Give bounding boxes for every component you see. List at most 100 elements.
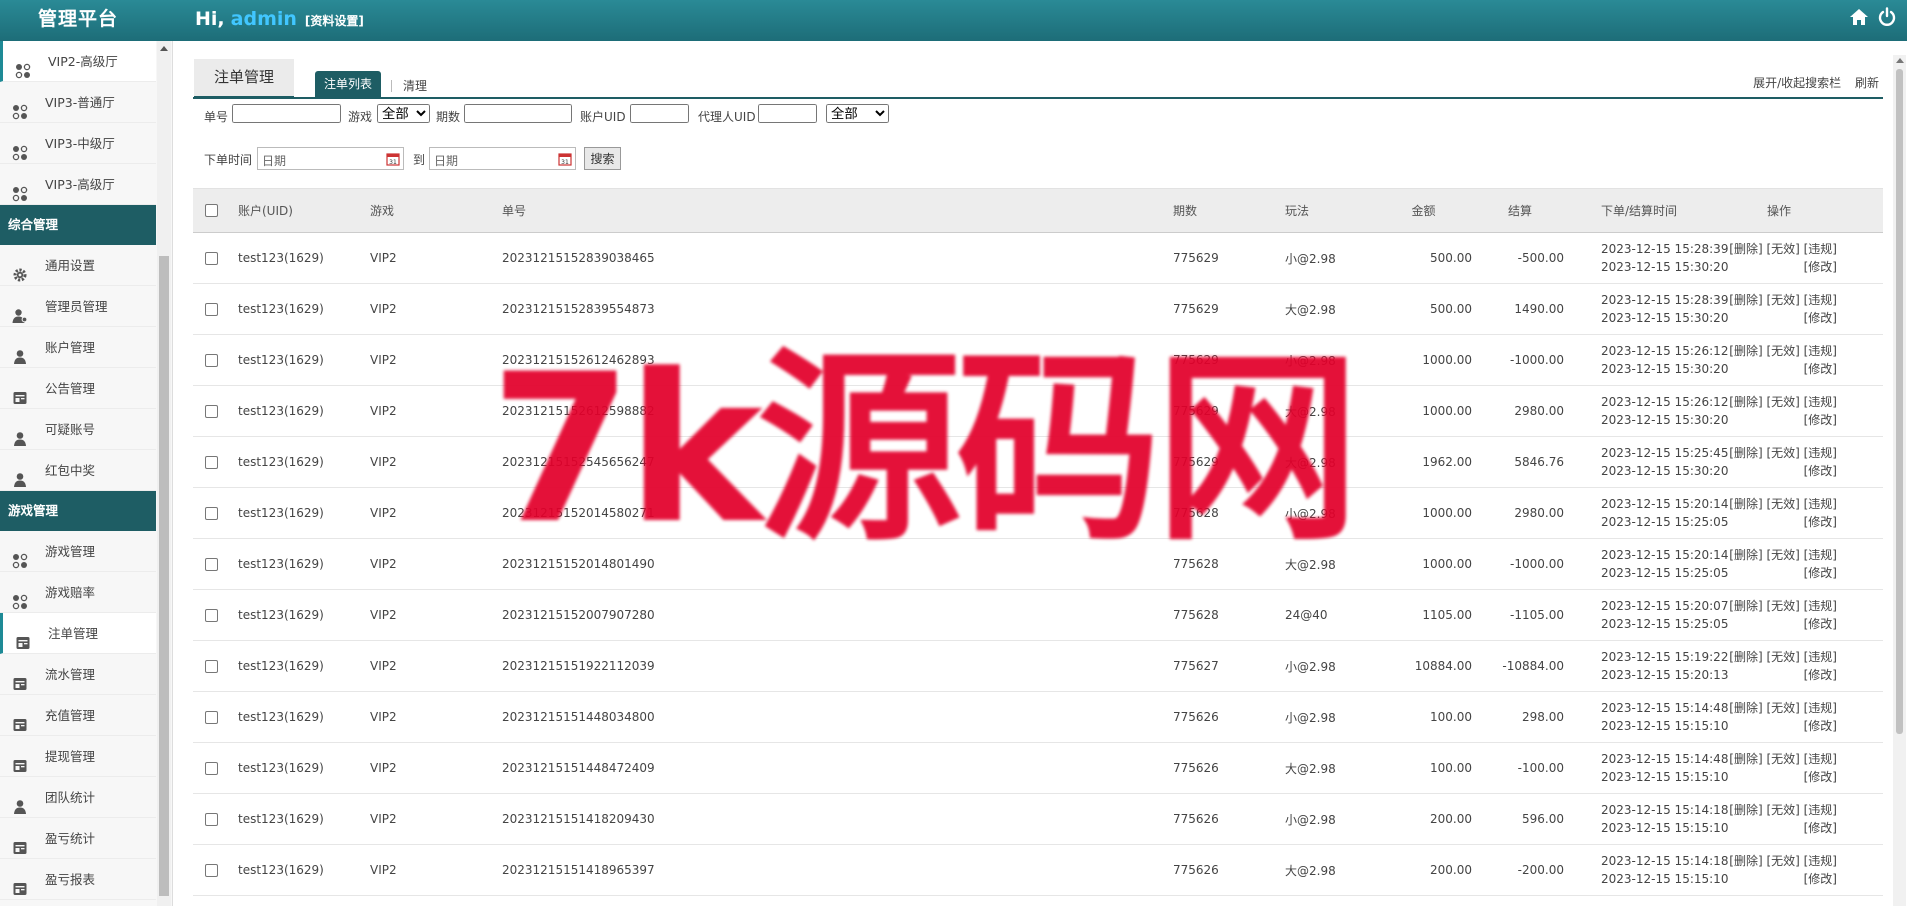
calendar-icon[interactable]: 31 <box>558 152 572 166</box>
section-general-management[interactable]: 综合管理 <box>0 205 156 245</box>
row-action-edit[interactable]: [修改] <box>1804 819 1837 837</box>
sidebar-item-label: VIP2-高级厅 <box>48 54 118 69</box>
power-icon[interactable] <box>1877 7 1897 27</box>
row-action-edit[interactable]: [修改] <box>1804 258 1837 276</box>
row-action-edit[interactable]: [修改] <box>1804 768 1837 786</box>
sidebar-item[interactable]: 提现管理 <box>0 736 156 777</box>
tab-order-list[interactable]: 注单列表 <box>315 71 382 97</box>
end-date-input[interactable]: 日期 31 <box>429 147 576 170</box>
sidebar-item[interactable]: VIP3-高级厅 <box>0 164 156 205</box>
page-scroll-thumb[interactable] <box>1896 69 1903 734</box>
row-actions-delete-invalid-violation[interactable]: [删除] [无效] [违规] <box>1729 495 1837 513</box>
row-checkbox[interactable] <box>205 302 218 316</box>
cell-play: 大@2.98 <box>1285 404 1336 419</box>
row-checkbox[interactable] <box>205 710 218 724</box>
row-checkbox[interactable] <box>205 863 218 877</box>
scroll-up-arrow-icon[interactable] <box>160 46 168 51</box>
row-actions-delete-invalid-violation[interactable]: [删除] [无效] [违规] <box>1729 444 1837 462</box>
row-checkbox[interactable] <box>205 353 218 367</box>
sidebar-item[interactable]: 注单管理 <box>0 613 156 654</box>
row-actions-delete-invalid-violation[interactable]: [删除] [无效] [违规] <box>1729 852 1837 870</box>
row-checkbox[interactable] <box>205 506 218 520</box>
row-checkbox[interactable] <box>205 557 218 571</box>
home-icon[interactable] <box>1849 7 1869 27</box>
document-icon <box>12 708 28 731</box>
row-actions-delete-invalid-violation[interactable]: [删除] [无效] [违规] <box>1729 546 1837 564</box>
agent-uid-input[interactable] <box>758 104 817 123</box>
row-checkbox[interactable] <box>205 812 218 826</box>
settle-time: 2023-12-15 15:25:05 <box>1601 617 1729 631</box>
row-actions-delete-invalid-violation[interactable]: [删除] [无效] [违规] <box>1729 342 1837 360</box>
cell-account: test123(1629) <box>238 761 324 775</box>
profile-settings-link[interactable]: [资料设置] <box>305 14 364 28</box>
row-checkbox[interactable] <box>205 455 218 469</box>
sidebar-item[interactable]: 游戏管理 <box>0 531 156 572</box>
period-input[interactable] <box>464 104 572 123</box>
sidebar-item[interactable]: 红包中奖 <box>0 450 156 491</box>
sidebar-item[interactable]: VIP3-普通厅 <box>0 82 156 123</box>
row-checkbox[interactable] <box>205 404 218 418</box>
row-action-edit[interactable]: [修改] <box>1804 717 1837 735</box>
row-actions-delete-invalid-violation[interactable]: [删除] [无效] [违规] <box>1729 393 1837 411</box>
sidebar-item[interactable]: VIP2-高级厅 <box>0 41 156 82</box>
row-action-edit[interactable]: [修改] <box>1804 360 1837 378</box>
refresh-link[interactable]: 刷新 <box>1855 76 1879 90</box>
row-action-edit[interactable]: [修改] <box>1804 564 1837 582</box>
sidebar-scroll-thumb[interactable] <box>159 256 169 896</box>
sidebar-item[interactable]: 充值管理 <box>0 695 156 736</box>
row-action-edit[interactable]: [修改] <box>1804 870 1837 888</box>
user-icon <box>12 790 28 814</box>
row-action-edit[interactable]: [修改] <box>1804 411 1837 429</box>
search-button[interactable]: 搜索 <box>584 147 621 170</box>
account-uid-input[interactable] <box>630 104 689 123</box>
sidebar-item[interactable]: 团队统计 <box>0 777 156 818</box>
row-actions-delete-invalid-violation[interactable]: [删除] [无效] [违规] <box>1729 801 1837 819</box>
row-actions-delete-invalid-violation[interactable]: [删除] [无效] [违规] <box>1729 240 1837 258</box>
sidebar-item[interactable]: 盈亏统计 <box>0 818 156 859</box>
sidebar-item[interactable]: 管理员管理 <box>0 286 156 327</box>
sidebar-item[interactable]: 账户管理 <box>0 327 156 368</box>
page-tab-order-management[interactable]: 注单管理 <box>194 59 294 99</box>
row-actions-delete-invalid-violation[interactable]: [删除] [无效] [违规] <box>1729 597 1837 615</box>
sidebar-item[interactable]: 游戏赔率 <box>0 572 156 613</box>
row-checkbox[interactable] <box>205 608 218 622</box>
sidebar-item[interactable]: VIP3-中级厅 <box>0 123 156 164</box>
sidebar-item[interactable]: 公告管理 <box>0 368 156 409</box>
sidebar-item-label: 通用设置 <box>45 258 96 273</box>
page-scrollbar[interactable] <box>1893 55 1906 906</box>
tab-cleanup[interactable]: 清理 <box>403 77 427 94</box>
cell-game: VIP2 <box>370 302 397 316</box>
sidebar-item[interactable]: 通用设置 <box>0 245 156 286</box>
row-actions-delete-invalid-violation[interactable]: [删除] [无效] [违规] <box>1729 699 1837 717</box>
select-all-checkbox[interactable] <box>205 204 218 217</box>
row-action-edit[interactable]: [修改] <box>1804 309 1837 327</box>
sidebar-item[interactable]: 盈亏报表 <box>0 859 156 900</box>
row-actions-delete-invalid-violation[interactable]: [删除] [无效] [违规] <box>1729 291 1837 309</box>
toggle-search-bar-link[interactable]: 展开/收起搜索栏 <box>1753 76 1841 90</box>
row-checkbox[interactable] <box>205 659 218 673</box>
order-no-input[interactable] <box>232 104 341 123</box>
sidebar-item[interactable]: 流水管理 <box>0 654 156 695</box>
row-checkbox-cell <box>205 335 218 385</box>
calendar-icon[interactable]: 31 <box>386 152 400 166</box>
game-select[interactable]: 全部 <box>377 104 430 123</box>
settle-time: 2023-12-15 15:30:20 <box>1601 464 1729 478</box>
order-no-label: 单号 <box>204 110 229 124</box>
row-checkbox[interactable] <box>205 251 218 265</box>
row-checkbox[interactable] <box>205 761 218 775</box>
row-action-edit[interactable]: [修改] <box>1804 666 1837 684</box>
row-checkbox-cell <box>205 794 218 844</box>
settle-time: 2023-12-15 15:30:20 <box>1601 260 1729 274</box>
order-time: 2023-12-15 15:20:07 <box>1601 599 1729 613</box>
row-action-edit[interactable]: [修改] <box>1804 513 1837 531</box>
start-date-input[interactable]: 日期 31 <box>257 147 404 170</box>
extra-select[interactable]: 全部 <box>826 104 889 123</box>
sidebar-scrollbar[interactable] <box>157 41 171 906</box>
row-action-edit[interactable]: [修改] <box>1804 462 1837 480</box>
section-game-management[interactable]: 游戏管理 <box>0 491 156 531</box>
page-scroll-up-arrow-icon[interactable] <box>1896 58 1904 63</box>
row-action-edit[interactable]: [修改] <box>1804 615 1837 633</box>
row-actions-delete-invalid-violation[interactable]: [删除] [无效] [违规] <box>1729 648 1837 666</box>
row-actions-delete-invalid-violation[interactable]: [删除] [无效] [违规] <box>1729 750 1837 768</box>
sidebar-item[interactable]: 可疑账号 <box>0 409 156 450</box>
